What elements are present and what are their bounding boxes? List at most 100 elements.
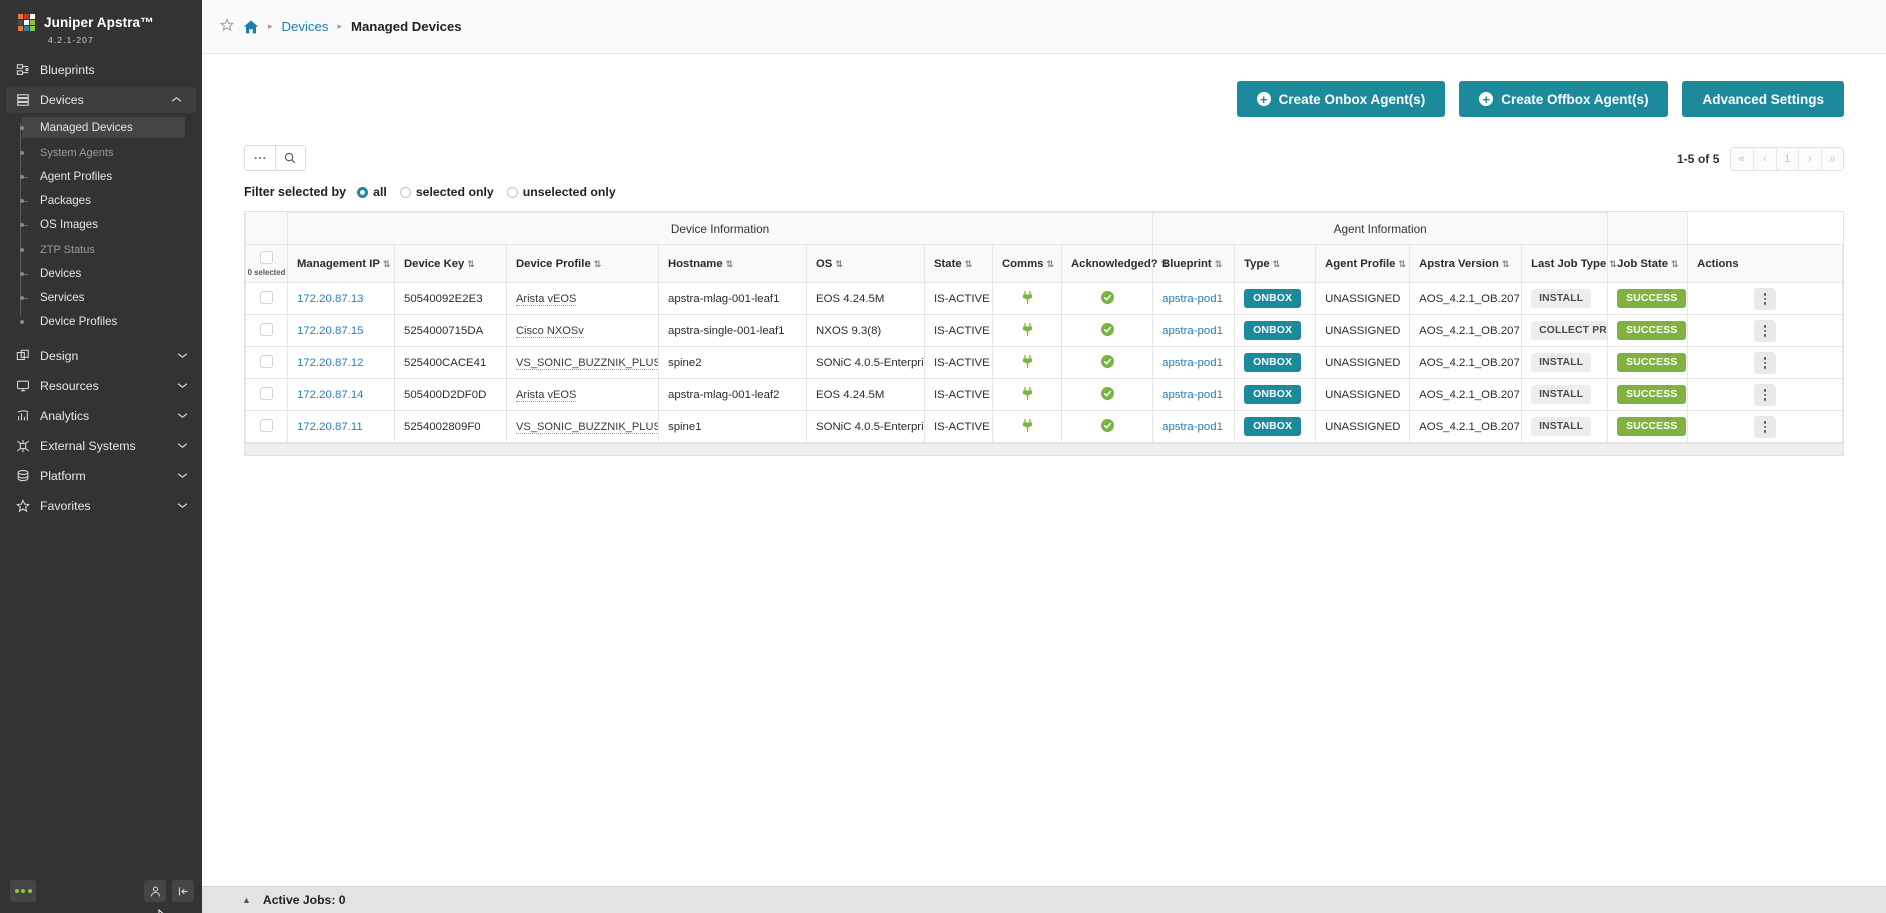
- sidebar-item-resources[interactable]: Resources: [0, 373, 202, 399]
- management-ip-link[interactable]: 172.20.87.12: [297, 357, 364, 369]
- row-checkbox[interactable]: [260, 355, 273, 368]
- column-header-state[interactable]: State⇅: [925, 245, 993, 283]
- row-actions-menu-button[interactable]: [1754, 352, 1776, 374]
- column-header-device-profile[interactable]: Device Profile⇅: [507, 245, 659, 283]
- table-horizontal-scrollbar[interactable]: [245, 443, 1843, 455]
- pager-page-1[interactable]: 1: [1776, 148, 1799, 170]
- management-ip-link[interactable]: 172.20.87.13: [297, 293, 364, 305]
- favorite-star-icon[interactable]: [220, 18, 234, 36]
- column-header-hostname[interactable]: Hostname⇅: [659, 245, 807, 283]
- row-checkbox[interactable]: [260, 419, 273, 432]
- management-ip-link[interactable]: 172.20.87.11: [297, 421, 363, 433]
- filter-radio-selected-only[interactable]: selected only: [400, 185, 494, 199]
- row-actions-menu-button[interactable]: [1754, 288, 1776, 310]
- column-header-apstra-version[interactable]: Apstra Version⇅: [1410, 245, 1522, 283]
- sidebar-more-button[interactable]: [10, 880, 36, 902]
- column-header-management-ip[interactable]: Management IP⇅: [288, 245, 395, 283]
- row-actions-menu-button[interactable]: [1754, 384, 1776, 406]
- table-row[interactable]: 172.20.87.14505400D2DF0DArista vEOSapstr…: [246, 379, 1843, 411]
- blueprint-link[interactable]: apstra-pod1: [1162, 357, 1223, 369]
- device-profile-link[interactable]: VS_SONIC_BUZZNIK_PLUS: [516, 357, 659, 370]
- chevron-down-icon[interactable]: [177, 502, 188, 511]
- management-ip-link[interactable]: 172.20.87.15: [297, 325, 364, 337]
- sort-icon: ⇅: [726, 259, 733, 269]
- column-label: Blueprint: [1162, 258, 1212, 270]
- cell-acknowledged: [1062, 283, 1153, 315]
- expand-jobs-icon[interactable]: ▲: [242, 895, 251, 905]
- collapse-sidebar-icon[interactable]: [172, 880, 194, 902]
- filter-radio-all[interactable]: all: [357, 185, 387, 199]
- sidebar-item-ztp-devices[interactable]: Devices: [31, 263, 202, 284]
- sidebar-item-ztp-services[interactable]: Services: [31, 287, 202, 308]
- pager-last-button[interactable]: »: [1821, 148, 1844, 170]
- column-header-device-key[interactable]: Device Key⇅: [395, 245, 507, 283]
- cell-device-profile: Cisco NXOSv: [507, 315, 659, 347]
- chevron-down-icon[interactable]: [177, 382, 188, 391]
- sidebar-item-os-images[interactable]: OS Images: [31, 214, 202, 235]
- sidebar-item-agent-profiles[interactable]: Agent Profiles: [31, 166, 202, 187]
- column-header-agent-profile[interactable]: Agent Profile⇅: [1316, 245, 1410, 283]
- row-checkbox[interactable]: [260, 387, 273, 400]
- sidebar-item-platform[interactable]: Platform: [0, 463, 202, 489]
- row-actions-menu-button[interactable]: [1754, 320, 1776, 342]
- row-checkbox[interactable]: [260, 323, 273, 336]
- cell-acknowledged: [1062, 411, 1153, 443]
- user-icon[interactable]: [144, 880, 166, 902]
- table-row[interactable]: 172.20.87.1350540092E2E3Arista vEOSapstr…: [246, 283, 1843, 315]
- column-header-job-state[interactable]: Job State⇅: [1608, 245, 1688, 283]
- column-header-acknowledged[interactable]: Acknowledged?⇅: [1062, 245, 1153, 283]
- chevron-down-icon[interactable]: [177, 472, 188, 481]
- device-profile-link[interactable]: Arista vEOS: [516, 293, 576, 306]
- table-row[interactable]: 172.20.87.155254000715DACisco NXOSvapstr…: [246, 315, 1843, 347]
- create-onbox-agents-button[interactable]: + Create Onbox Agent(s): [1237, 81, 1446, 117]
- more-options-button[interactable]: [245, 146, 275, 170]
- sidebar-item-design[interactable]: Design: [0, 343, 202, 369]
- sidebar-item-device-profiles[interactable]: Device Profiles: [31, 311, 202, 332]
- status-bar[interactable]: ▲ Active Jobs: 0: [202, 886, 1886, 913]
- breadcrumb-parent-link[interactable]: Devices: [282, 19, 329, 34]
- device-profile-link[interactable]: Cisco NXOSv: [516, 325, 584, 338]
- selected-count-label: 0 selected: [246, 269, 287, 277]
- column-header-os[interactable]: OS⇅: [807, 245, 925, 283]
- row-actions-menu-button[interactable]: [1754, 416, 1776, 438]
- advanced-settings-button[interactable]: Advanced Settings: [1682, 81, 1844, 117]
- blueprint-link[interactable]: apstra-pod1: [1162, 325, 1223, 337]
- sidebar-item-label: Analytics: [40, 409, 177, 423]
- home-icon[interactable]: [243, 19, 259, 35]
- device-profile-link[interactable]: VS_SONIC_BUZZNIK_PLUS: [516, 421, 659, 434]
- sidebar-item-favorites[interactable]: Favorites: [0, 493, 202, 519]
- pager-first-button[interactable]: «: [1731, 148, 1754, 170]
- pager-prev-button[interactable]: ‹: [1753, 148, 1776, 170]
- column-header-comms[interactable]: Comms⇅: [993, 245, 1062, 283]
- favorites-star-icon: [16, 499, 36, 513]
- pager-next-button[interactable]: ›: [1798, 148, 1821, 170]
- sidebar-item-managed-devices[interactable]: Managed Devices: [22, 117, 185, 138]
- column-header-last-job-type[interactable]: Last Job Type⇅: [1522, 245, 1608, 283]
- sidebar-item-blueprints[interactable]: Blueprints: [0, 57, 202, 83]
- sidebar-sub-label: System Agents: [40, 147, 113, 159]
- search-icon[interactable]: [275, 146, 306, 170]
- filter-radio-unselected-only[interactable]: unselected only: [507, 185, 616, 199]
- create-offbox-agents-button[interactable]: + Create Offbox Agent(s): [1459, 81, 1668, 117]
- sidebar-item-external-systems[interactable]: External Systems: [0, 433, 202, 459]
- blueprint-link[interactable]: apstra-pod1: [1162, 389, 1223, 401]
- chevron-up-icon[interactable]: [171, 96, 182, 105]
- management-ip-link[interactable]: 172.20.87.14: [297, 389, 364, 401]
- row-checkbox[interactable]: [260, 291, 273, 304]
- sidebar-item-devices[interactable]: Devices: [6, 87, 196, 113]
- chevron-down-icon[interactable]: [177, 352, 188, 361]
- table-row[interactable]: 172.20.87.115254002809F0VS_SONIC_BUZZNIK…: [246, 411, 1843, 443]
- row-select-cell: [246, 379, 288, 411]
- sidebar-item-packages[interactable]: Packages: [31, 190, 202, 211]
- column-header-type[interactable]: Type⇅: [1235, 245, 1316, 283]
- column-header-blueprint[interactable]: Blueprint⇅: [1153, 245, 1235, 283]
- table-row[interactable]: 172.20.87.12525400CACE41VS_SONIC_BUZZNIK…: [246, 347, 1843, 379]
- chevron-down-icon[interactable]: [177, 442, 188, 451]
- blueprint-link[interactable]: apstra-pod1: [1162, 421, 1223, 433]
- juniper-logo-icon: [18, 14, 35, 31]
- select-all-checkbox[interactable]: [260, 251, 273, 264]
- sidebar-item-analytics[interactable]: Analytics: [0, 403, 202, 429]
- blueprint-link[interactable]: apstra-pod1: [1162, 293, 1223, 305]
- device-profile-link[interactable]: Arista vEOS: [516, 389, 576, 402]
- chevron-down-icon[interactable]: [177, 412, 188, 421]
